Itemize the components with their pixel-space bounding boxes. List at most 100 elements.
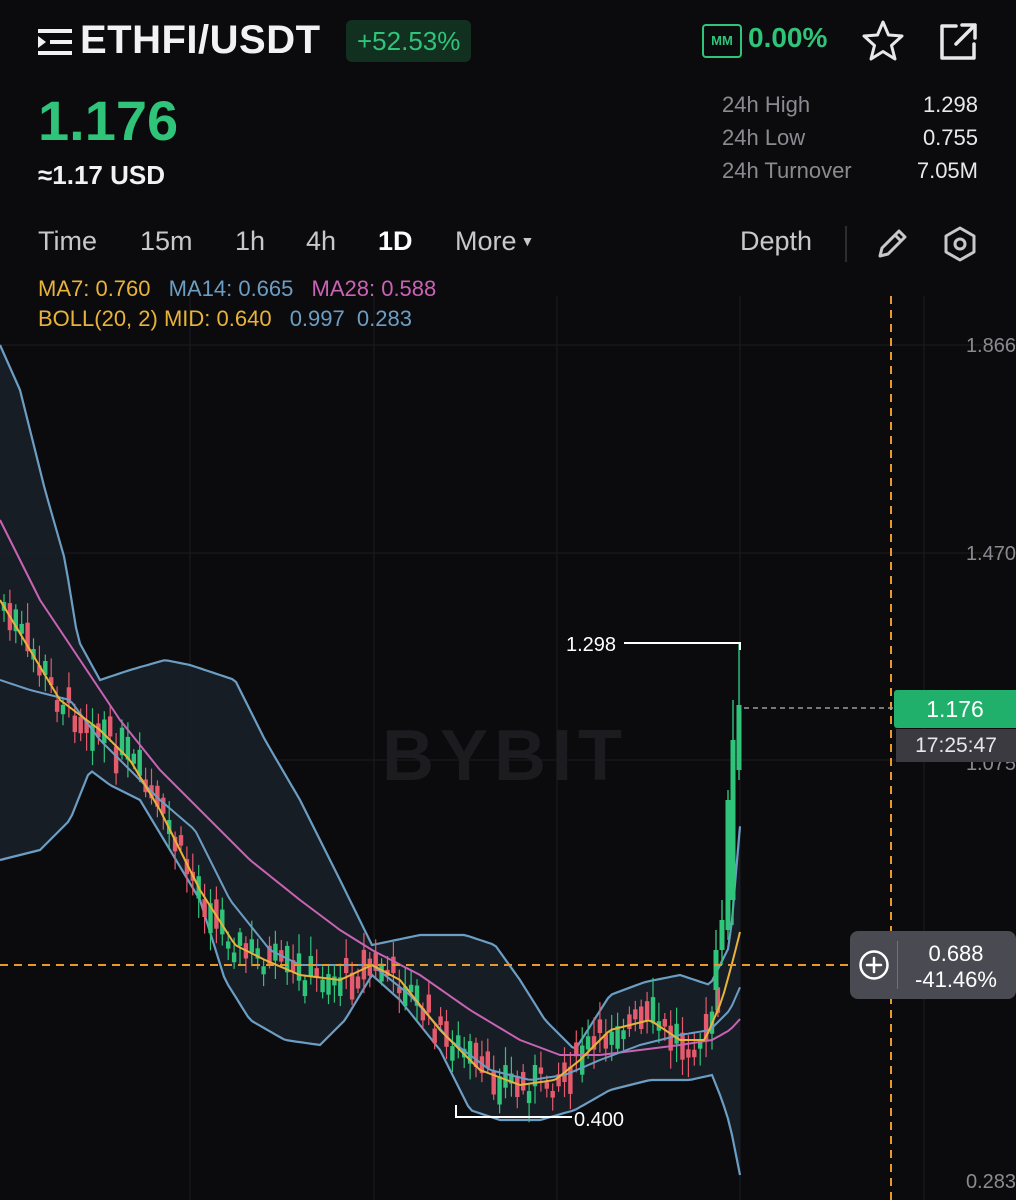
candle-body xyxy=(497,1076,502,1105)
tab-1d[interactable]: 1D xyxy=(378,226,413,257)
candle-body xyxy=(650,997,656,1024)
last-price: 1.176 xyxy=(38,89,179,152)
pair-title[interactable]: ETHFI/USDT xyxy=(80,18,321,63)
tab-more-label: More xyxy=(455,226,517,256)
candle-body xyxy=(108,716,113,737)
candle-body xyxy=(320,979,325,993)
candle-body xyxy=(521,1072,526,1091)
candle-body xyxy=(78,716,83,734)
candle-body xyxy=(355,976,361,989)
stat-value: 0.755 xyxy=(922,125,978,150)
boll-lower-value: 0.283 xyxy=(356,306,412,331)
crosshair-change: -41.46% xyxy=(915,967,997,992)
last-price-tag: 1.176 xyxy=(894,690,1016,728)
ma-indicators: MA7: 0.760 MA14: 0.665 MA28: 0.588 xyxy=(38,276,448,302)
stat-value: 7.05M xyxy=(916,158,978,183)
candle-body xyxy=(644,1001,650,1022)
candle-body xyxy=(72,715,77,733)
candle-body xyxy=(585,1036,591,1050)
stat-row-turnover: 24h Turnover 7.05M xyxy=(722,158,978,191)
menu-icon[interactable] xyxy=(38,28,72,56)
candle-body xyxy=(432,1028,437,1044)
candle-body xyxy=(662,1019,667,1027)
header: ETHFI/USDT +52.53% MM 0.00% xyxy=(0,0,1016,82)
mm-icon[interactable]: MM xyxy=(702,24,742,58)
tab-more[interactable]: More ▼ xyxy=(455,226,534,257)
ma28-value: MA28: 0.588 xyxy=(311,276,437,301)
candle-body xyxy=(639,1006,644,1029)
candle-body xyxy=(719,920,725,950)
candle-body xyxy=(485,1051,490,1068)
candle-body xyxy=(736,705,742,770)
boll-indicators: BOLL(20, 2) MID: 0.640 0.997 0.283 xyxy=(38,306,424,332)
y-tick-label: 1.866 xyxy=(966,335,1016,357)
price-chart[interactable]: 1.866 1.470 1.075 0.283 BYBIT 1.298 0.40… xyxy=(0,290,1016,1200)
candle-body xyxy=(550,1091,555,1098)
candle-body xyxy=(503,1065,508,1088)
candle-body xyxy=(686,1049,691,1058)
stat-label: 24h High xyxy=(722,92,811,117)
candle-body xyxy=(332,976,337,986)
candle-body xyxy=(526,1091,532,1104)
add-order-icon[interactable] xyxy=(858,949,890,981)
candle-body xyxy=(426,994,431,1013)
candle-body xyxy=(302,980,308,997)
pencil-icon[interactable] xyxy=(872,224,912,264)
candle-body xyxy=(231,952,237,963)
candle-body xyxy=(680,1032,685,1060)
candle-body xyxy=(249,939,254,953)
candle-body xyxy=(515,1075,520,1097)
change-badge: +52.53% xyxy=(346,20,472,62)
watermark: BYBIT xyxy=(382,716,628,796)
star-icon[interactable] xyxy=(860,18,906,64)
share-icon[interactable] xyxy=(936,20,980,64)
divider xyxy=(897,941,898,989)
stat-row-low: 24h Low 0.755 xyxy=(722,125,978,158)
y-tick-label: 1.470 xyxy=(966,543,1016,565)
stat-label: 24h Turnover xyxy=(722,158,852,183)
countdown-tag: 17:25:47 xyxy=(896,729,1016,762)
candle-body xyxy=(60,704,66,715)
candle-body xyxy=(113,746,119,774)
low-marker-label: 0.400 xyxy=(574,1109,624,1131)
candle-body xyxy=(326,974,331,995)
usd-price: ≈1.17 USD xyxy=(38,160,165,190)
candle-body xyxy=(226,941,231,949)
tab-4h[interactable]: 4h xyxy=(306,226,336,257)
ma7-value: MA7: 0.760 xyxy=(38,276,151,301)
stat-label: 24h Low xyxy=(722,125,806,150)
candle-body xyxy=(568,1066,573,1094)
boll-upper-value: 0.997 xyxy=(289,306,345,331)
candle-body xyxy=(621,1030,626,1040)
high-marker-line xyxy=(624,642,741,650)
divider xyxy=(845,226,847,262)
candle-body xyxy=(261,966,266,975)
tab-time[interactable]: Time xyxy=(38,226,97,257)
ma14-value: MA14: 0.665 xyxy=(168,276,294,301)
candle-body xyxy=(725,800,731,930)
high-marker-label: 1.298 xyxy=(566,634,616,656)
candle-body xyxy=(202,899,207,917)
candle-body xyxy=(692,1049,697,1058)
tab-1h[interactable]: 1h xyxy=(235,226,265,257)
candle-body xyxy=(349,972,355,1000)
candle-body xyxy=(730,740,736,900)
candle-body xyxy=(615,1026,620,1049)
mm-value: 0.00% xyxy=(748,22,828,53)
depth-button[interactable]: Depth xyxy=(740,226,812,257)
y-tick-label: 0.283 xyxy=(966,1171,1016,1193)
candle-body xyxy=(544,1082,549,1089)
boll-mid-value: BOLL(20, 2) MID: 0.640 xyxy=(38,306,272,331)
caret-down-icon: ▼ xyxy=(520,233,535,249)
interval-tabs: Time 15m 1h 4h 1D More ▼ Depth xyxy=(0,218,1016,268)
stat-row-high: 24h High 1.298 xyxy=(722,92,978,125)
candle-body xyxy=(450,1046,455,1061)
candle-body xyxy=(597,1019,603,1033)
candle-body xyxy=(308,956,313,977)
settings-icon[interactable] xyxy=(940,224,980,264)
candle-body xyxy=(627,1014,632,1029)
tab-15m[interactable]: 15m xyxy=(140,226,193,257)
candle-body xyxy=(713,950,719,990)
candle-body xyxy=(237,932,243,946)
candle-body xyxy=(674,1023,679,1044)
